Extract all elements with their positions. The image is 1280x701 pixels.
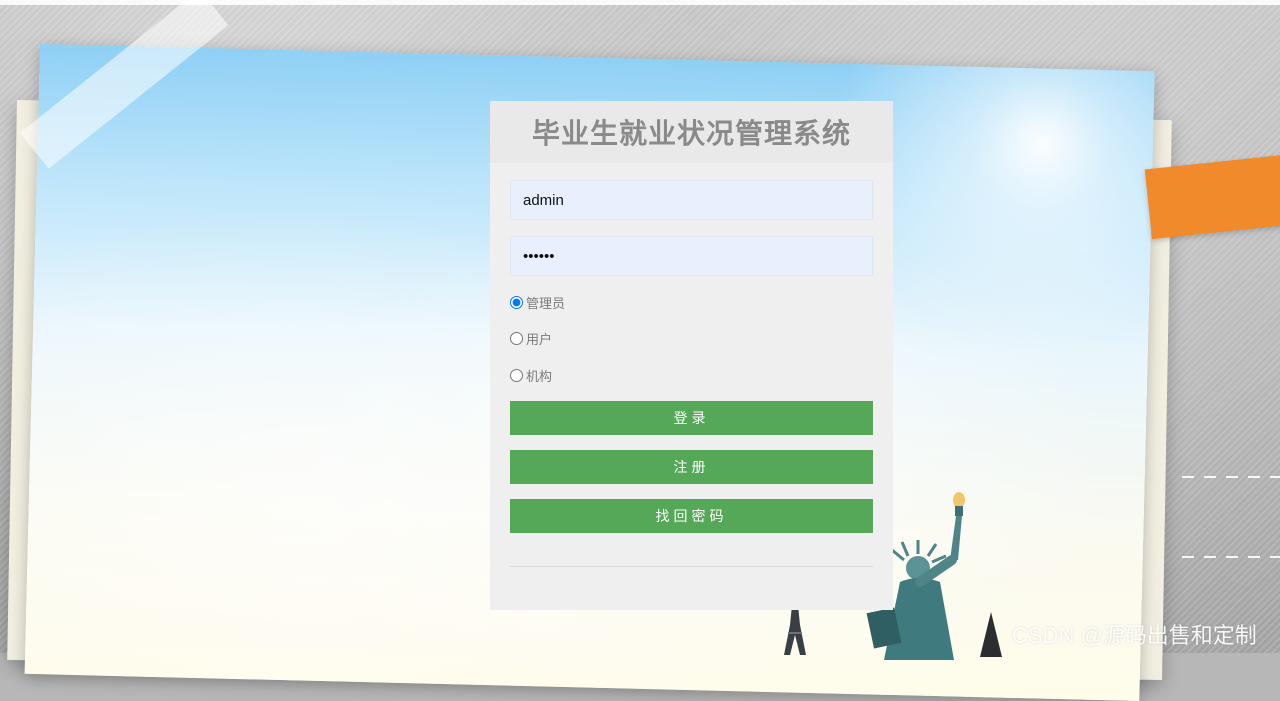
username-input[interactable] — [510, 180, 873, 220]
dashed-line-decoration — [1182, 556, 1280, 558]
tower-icon — [784, 605, 806, 655]
forgot-password-button[interactable]: 找回密码 — [510, 498, 873, 533]
role-label-organization: 机构 — [526, 369, 553, 385]
orange-tab-decoration — [1144, 154, 1280, 240]
role-radio-group: 管理员 用户 机构 — [510, 291, 873, 386]
login-panel: 毕业生就业状况管理系统 管理员 用户 机构 登录 注册 找回密码 — [490, 101, 893, 610]
spire-icon — [980, 612, 1002, 657]
role-radio-admin[interactable] — [510, 295, 523, 309]
login-button[interactable]: 登录 — [510, 400, 873, 435]
divider — [510, 565, 873, 567]
login-form: 管理员 用户 机构 登录 注册 找回密码 — [490, 163, 893, 567]
role-label-user: 用户 — [526, 333, 553, 348]
register-button[interactable]: 注册 — [510, 449, 873, 484]
password-input[interactable] — [510, 236, 873, 276]
role-option-organization[interactable]: 机构 — [510, 364, 873, 386]
page-title: 毕业生就业状况管理系统 — [531, 117, 851, 150]
login-header: 毕业生就业状况管理系统 — [490, 101, 893, 163]
role-label-admin: 管理员 — [526, 296, 566, 312]
role-radio-user[interactable] — [510, 332, 523, 345]
role-option-admin[interactable]: 管理员 — [510, 291, 873, 313]
role-option-user[interactable]: 用户 — [510, 328, 873, 350]
watermark: CSDN @源码出售和定制 — [1012, 623, 1257, 648]
dashed-line-decoration — [1182, 476, 1280, 478]
role-radio-organization[interactable] — [510, 368, 523, 382]
